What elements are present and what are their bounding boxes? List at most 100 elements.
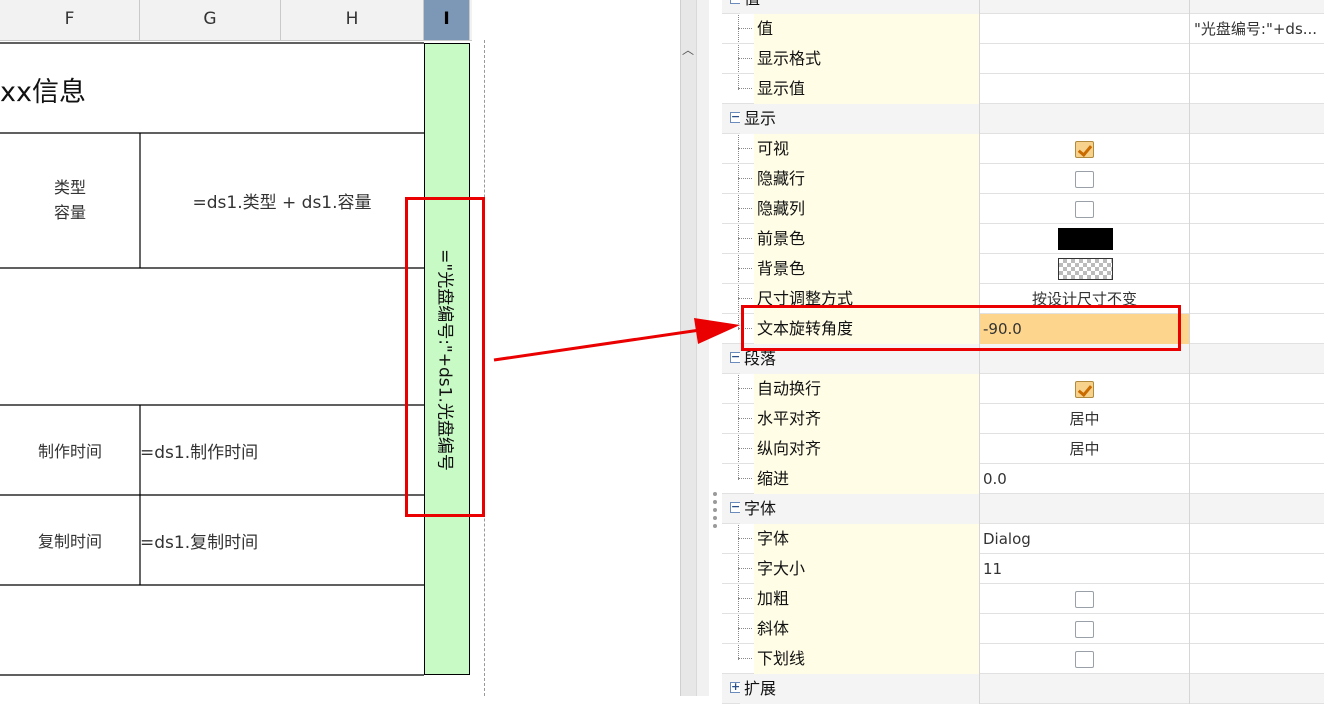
tree-branch (738, 148, 752, 149)
property-row-indent[interactable]: 缩进 0.0 (722, 464, 1324, 494)
property-row-foreground[interactable]: 前景色 (722, 224, 1324, 254)
property-label: 值 (754, 14, 980, 44)
property-label: 缩进 (754, 464, 980, 494)
tree-branch (738, 238, 752, 239)
group-row-extend[interactable]: + 扩展 (722, 674, 1324, 704)
property-label: 可视 (754, 134, 980, 164)
property-label: 自动换行 (754, 374, 980, 404)
property-extra-value[interactable]: "光盘编号:"+ds... (1190, 14, 1324, 44)
wrap-checkbox[interactable] (1074, 381, 1094, 398)
property-row-font-size[interactable]: 字大小 11 (722, 554, 1324, 584)
property-row-italic[interactable]: 斜体 (722, 614, 1324, 644)
property-value (980, 644, 1190, 674)
column-header-h[interactable]: H (281, 0, 424, 40)
tree-branch (738, 208, 752, 209)
tree-branch (738, 598, 752, 599)
column-header-i[interactable]: I (424, 0, 470, 40)
property-label: 水平对齐 (754, 404, 980, 434)
property-value (980, 614, 1190, 644)
highlight-box-rotation-property (741, 305, 1181, 351)
hide-column-checkbox[interactable] (1074, 201, 1094, 218)
property-value[interactable] (980, 74, 1190, 104)
property-value[interactable]: Dialog (980, 524, 1190, 554)
property-row-visible[interactable]: 可视 (722, 134, 1324, 164)
property-label: 下划线 (754, 644, 980, 674)
type-label: 类型 (53, 178, 86, 197)
property-label: 斜体 (754, 614, 980, 644)
property-row-value[interactable]: 值 "光盘编号:"+ds... (722, 14, 1324, 44)
foreground-color-swatch[interactable] (1057, 228, 1113, 250)
splitter[interactable] (696, 0, 709, 696)
chevron-up-icon[interactable]: ︿ (680, 40, 696, 60)
highlight-box-rotated-cell (405, 197, 485, 517)
property-row-valign[interactable]: 纵向对齐 居中 (722, 434, 1324, 464)
made-time-value-cell[interactable]: =ds1.制作时间 (140, 438, 258, 463)
property-value[interactable]: 居中 (980, 434, 1190, 464)
property-row-display-value[interactable]: 显示值 (722, 74, 1324, 104)
background-color-swatch[interactable] (1057, 258, 1113, 280)
property-label: 显示值 (754, 74, 980, 104)
group-row-value[interactable]: − 值 (722, 0, 1324, 14)
property-value (980, 224, 1190, 254)
tree-branch (738, 478, 752, 479)
tree-branch (738, 658, 752, 659)
group-row-font[interactable]: − 字体 (722, 494, 1324, 524)
italic-checkbox[interactable] (1074, 621, 1094, 638)
property-label: 字体 (754, 524, 980, 554)
tree-branch (738, 88, 752, 89)
property-value (980, 134, 1190, 164)
made-time-label-cell[interactable]: 制作时间 (0, 438, 140, 462)
property-value[interactable]: 居中 (980, 404, 1190, 434)
property-value (980, 584, 1190, 614)
tree-branch (738, 58, 752, 59)
tree-branch (738, 628, 752, 629)
property-row-display-format[interactable]: 显示格式 (722, 44, 1324, 74)
vertical-scrollbar[interactable] (680, 0, 697, 696)
splitter-grip-icon[interactable] (712, 492, 718, 540)
visible-checkbox[interactable] (1074, 141, 1094, 158)
column-header-bar: F G H I (0, 0, 472, 41)
report-title-cell[interactable]: xx信息 (0, 70, 86, 109)
group-label: 扩展 (740, 674, 980, 704)
property-label: 加粗 (754, 584, 980, 614)
tree-branch (738, 568, 752, 569)
type-capacity-value-cell[interactable]: =ds1.类型 + ds1.容量 (140, 188, 424, 213)
tree-branch (738, 268, 752, 269)
property-value (980, 374, 1190, 404)
hide-row-checkbox[interactable] (1074, 171, 1094, 188)
type-capacity-label-cell[interactable]: 类型 容量 (0, 175, 140, 225)
property-row-halign[interactable]: 水平对齐 居中 (722, 404, 1324, 434)
property-label: 隐藏行 (754, 164, 980, 194)
copy-time-label-cell[interactable]: 复制时间 (0, 528, 140, 552)
property-row-font-family[interactable]: 字体 Dialog (722, 524, 1324, 554)
property-value[interactable]: 0.0 (980, 464, 1190, 494)
tree-branch (738, 448, 752, 449)
copy-time-value-cell[interactable]: =ds1.复制时间 (140, 528, 258, 553)
property-label: 隐藏列 (754, 194, 980, 224)
tree-branch (738, 388, 752, 389)
tree-branch (738, 178, 752, 179)
group-row-display[interactable]: − 显示 (722, 104, 1324, 134)
bold-checkbox[interactable] (1074, 591, 1094, 608)
property-row-wrap[interactable]: 自动换行 (722, 374, 1324, 404)
property-row-underline[interactable]: 下划线 (722, 644, 1324, 674)
group-label: 字体 (740, 494, 980, 524)
property-value[interactable]: 11 (980, 554, 1190, 584)
group-label: 显示 (740, 104, 980, 134)
property-row-bold[interactable]: 加粗 (722, 584, 1324, 614)
property-value[interactable] (980, 14, 1190, 44)
property-row-hide-row[interactable]: 隐藏行 (722, 164, 1324, 194)
property-row-background[interactable]: 背景色 (722, 254, 1324, 284)
property-value (980, 164, 1190, 194)
property-row-hide-column[interactable]: 隐藏列 (722, 194, 1324, 224)
property-value (980, 194, 1190, 224)
column-header-g[interactable]: G (140, 0, 281, 40)
property-value[interactable] (980, 44, 1190, 74)
column-header-f[interactable]: F (0, 0, 140, 40)
group-label: 值 (740, 0, 980, 14)
underline-checkbox[interactable] (1074, 651, 1094, 668)
property-label: 背景色 (754, 254, 980, 284)
capacity-label: 容量 (53, 203, 86, 222)
property-value (980, 674, 1190, 704)
tree-branch (738, 418, 752, 419)
